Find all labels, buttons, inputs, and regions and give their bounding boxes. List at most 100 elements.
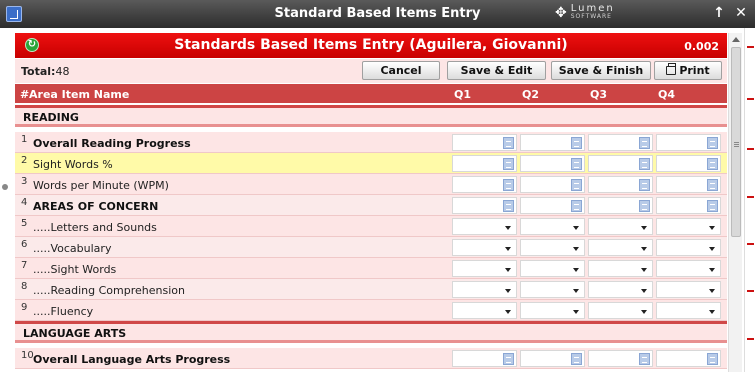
toolbar: Total:48 Cancel Save & Edit Save & Finis… [15,59,727,83]
q3-select[interactable] [588,302,653,319]
save-edit-button[interactable]: Save & Edit [447,61,546,80]
picker-icon[interactable] [571,353,582,365]
q4-select[interactable] [656,260,721,277]
q1-input[interactable] [452,197,517,214]
q1-select[interactable] [452,260,517,277]
scroll-thumb[interactable] [731,47,741,237]
logo-subtext: SOFTWARE [570,13,612,20]
q3-input[interactable] [588,155,653,172]
q4-select[interactable] [656,218,721,235]
q4-input[interactable] [656,197,721,214]
col-q4: Q4 [658,88,676,101]
picker-icon[interactable] [503,353,514,365]
q1-input[interactable] [452,176,517,193]
picker-icon[interactable] [503,137,514,149]
picker-icon[interactable] [639,158,650,170]
window-title: Standard Based Items Entry [274,6,481,21]
scroll-up-arrow-icon[interactable] [732,37,740,42]
chevron-down-icon [505,268,511,272]
q1-select[interactable] [452,218,517,235]
picker-icon[interactable] [639,200,650,212]
q4-input[interactable] [656,155,721,172]
chevron-down-icon [573,310,579,314]
col-q3: Q3 [590,88,608,101]
q2-input[interactable] [520,197,585,214]
picker-icon[interactable] [571,158,582,170]
q4-select[interactable] [656,281,721,298]
q2-input[interactable] [520,176,585,193]
q1-select[interactable] [452,239,517,256]
q2-input[interactable] [520,350,585,367]
q4-input[interactable] [656,134,721,151]
chevron-down-icon [709,247,715,251]
chevron-down-icon [573,247,579,251]
q4-input[interactable] [656,350,721,367]
picker-icon[interactable] [639,179,650,191]
q3-input[interactable] [588,197,653,214]
picker-icon[interactable] [571,137,582,149]
picker-icon[interactable] [707,179,718,191]
picker-icon[interactable] [571,200,582,212]
q2-input[interactable] [520,134,585,151]
picker-icon[interactable] [503,179,514,191]
form-title: Standards Based Items Entry (Aguilera, G… [174,37,568,53]
cancel-button[interactable]: Cancel [362,61,440,80]
close-window-button[interactable]: ✕ [734,6,748,20]
col-q1: Q1 [454,88,472,101]
picker-icon[interactable] [571,179,582,191]
q3-input[interactable] [588,176,653,193]
q3-select[interactable] [588,239,653,256]
q1-input[interactable] [452,134,517,151]
picker-icon[interactable] [639,353,650,365]
table-row: 2 Sight Words % [15,153,727,174]
q2-select[interactable] [520,260,585,277]
q3-select[interactable] [588,218,653,235]
q2-select[interactable] [520,239,585,256]
picker-icon[interactable] [707,137,718,149]
q1-select[interactable] [452,281,517,298]
column-header-row: # Area Item Name Q1 Q2 Q3 Q4 [15,84,727,103]
q3-select[interactable] [588,260,653,277]
q2-select[interactable] [520,218,585,235]
printer-icon [666,63,677,75]
pin-up-button[interactable]: ↑ [712,6,726,20]
q2-input[interactable] [520,155,585,172]
table-row: 8 .....Reading Comprehension [15,279,727,300]
chevron-down-icon [641,247,647,251]
q1-input[interactable] [452,350,517,367]
picker-icon[interactable] [503,158,514,170]
picker-icon[interactable] [503,200,514,212]
logo-text: Lumen [570,3,615,14]
table-row: 9 .....Fluency [15,300,727,321]
picker-icon[interactable] [707,158,718,170]
table-row: 7 .....Sight Words [15,258,727,279]
chevron-down-icon [709,289,715,293]
chevron-down-icon [641,310,647,314]
section-header-language-arts: LANGUAGE ARTS [15,321,727,343]
col-name: Area Item Name [29,88,130,101]
vertical-scrollbar[interactable] [728,33,742,372]
arrow-up-icon: ↑ [713,5,725,21]
save-finish-button[interactable]: Save & Finish [551,61,651,80]
window-titlebar: Standard Based Items Entry ✥ Lumen SOFTW… [0,0,755,28]
chevron-down-icon [709,310,715,314]
q3-input[interactable] [588,350,653,367]
picker-icon[interactable] [639,137,650,149]
q3-select[interactable] [588,281,653,298]
q2-select[interactable] [520,281,585,298]
section-header-reading: READING [15,105,727,127]
q3-input[interactable] [588,134,653,151]
total-count: Total:48 [21,65,70,78]
picker-icon[interactable] [707,353,718,365]
q1-select[interactable] [452,302,517,319]
col-num: # [20,88,30,101]
chevron-down-icon [641,268,647,272]
q1-input[interactable] [452,155,517,172]
q2-select[interactable] [520,302,585,319]
q4-select[interactable] [656,302,721,319]
table-row: 6 .....Vocabulary [15,237,727,258]
print-button[interactable]: Print [654,61,722,80]
picker-icon[interactable] [707,200,718,212]
q4-input[interactable] [656,176,721,193]
q4-select[interactable] [656,239,721,256]
